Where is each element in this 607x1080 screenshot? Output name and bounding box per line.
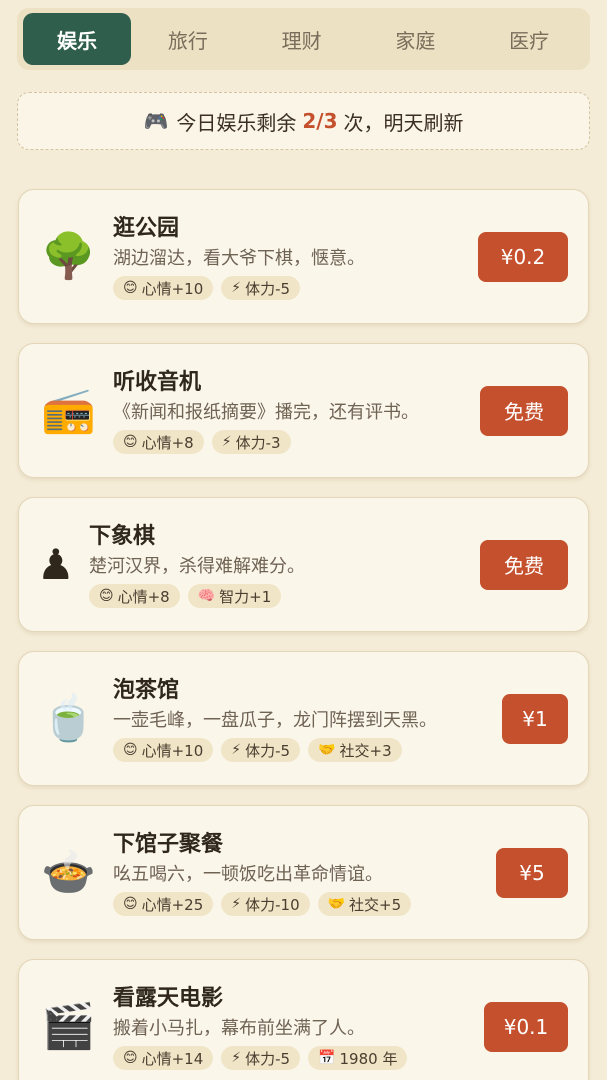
tag-text: 1980 年 <box>339 1049 398 1068</box>
tag-text: 心情+10 <box>141 741 204 760</box>
hot-pot-icon: 🍲 <box>41 846 96 898</box>
stat-tag: ⚡ 体力-5 <box>221 738 301 762</box>
price-button[interactable]: ¥0.2 <box>478 231 568 282</box>
tab-entertainment[interactable]: 娱乐 <box>23 13 131 65</box>
stat-tag: 🤝 社交+3 <box>308 738 402 762</box>
price-button[interactable]: ¥1 <box>502 693 568 744</box>
lightning-icon: ⚡ <box>231 1050 242 1066</box>
tab-family[interactable]: 家庭 <box>359 13 473 65</box>
activity-description: 吆五喝六，一顿饭吃出革命情谊。 <box>113 864 383 885</box>
activity-description: 楚河汉界，杀得难解难分。 <box>89 556 305 577</box>
activity-title: 看露天电影 <box>113 986 224 1011</box>
handshake-icon: 🤝 <box>327 896 346 912</box>
price-button[interactable]: 免费 <box>480 385 568 436</box>
activity-card: 🍵 泡茶馆 一壶毛峰，一盘瓜子，龙门阵摆到天黑。 😊 心情+10 ⚡ 体力-5 🤝 社… <box>18 651 589 786</box>
activity-title: 下馆子聚餐 <box>113 832 224 857</box>
stat-tag: ⚡ 体力-10 <box>221 892 310 916</box>
activity-title: 下象棋 <box>89 524 156 549</box>
stat-tag: 📅 1980 年 <box>308 1046 408 1070</box>
tab-travel[interactable]: 旅行 <box>131 13 245 65</box>
calendar-icon: 📅 <box>318 1050 336 1066</box>
tag-text: 智力+1 <box>219 587 272 606</box>
stat-tag: 😊 心情+8 <box>89 584 180 608</box>
tag-text: 心情+8 <box>141 433 194 452</box>
stat-tag: 😊 心情+8 <box>113 430 204 454</box>
tag-text: 体力-3 <box>235 433 281 452</box>
tag-text: 心情+25 <box>141 895 204 914</box>
tag-text: 社交+5 <box>349 895 402 914</box>
activity-card: 📻 听收音机 《新闻和报纸摘要》播完，还有评书。 😊 心情+8 ⚡ 体力-3 免费 <box>18 343 589 478</box>
stat-tag: 🧠 智力+1 <box>187 584 282 608</box>
activity-title: 逛公园 <box>113 216 180 241</box>
stat-tag: 🤝 社交+5 <box>317 892 412 916</box>
activity-card: 🌳 逛公园 湖边溜达，看大爷下棋，惬意。 😊 心情+10 ⚡ 体力-5 ¥0.2 <box>18 189 589 324</box>
activity-description: 《新闻和报纸摘要》播完，还有评书。 <box>113 402 419 423</box>
tag-text: 心情+10 <box>141 279 204 298</box>
stat-tag: 😊 心情+14 <box>113 1046 214 1070</box>
activity-title: 听收音机 <box>113 370 202 395</box>
smile-icon: 😊 <box>123 434 138 450</box>
daily-limit-notice: 🎮 今日娱乐剩余 2/3 次，明天刷新 <box>17 92 590 150</box>
lightning-icon: ⚡ <box>231 742 242 758</box>
tag-text: 体力-10 <box>245 895 300 914</box>
smile-icon: 😊 <box>99 588 114 604</box>
tree-icon: 🌳 <box>41 230 96 282</box>
activity-description: 一壶毛峰，一盘瓜子，龙门阵摆到天黑。 <box>113 710 437 731</box>
activity-card: 🎬 看露天电影 搬着小马扎，幕布前坐满了人。 😊 心情+14 ⚡ 体力-5 📅 198… <box>18 959 589 1080</box>
tag-text: 心情+14 <box>141 1049 204 1068</box>
category-tabs: 娱乐 旅行 理财 家庭 医疗 <box>17 8 590 70</box>
notice-prefix: 今日娱乐剩余 <box>176 110 297 135</box>
remaining-count: 2/3 <box>302 109 338 133</box>
radio-icon: 📻 <box>41 384 96 436</box>
game-controller-icon: 🎮 <box>143 109 169 133</box>
tea-cup-icon: 🍵 <box>41 692 96 744</box>
activity-title: 泡茶馆 <box>113 678 180 703</box>
clapperboard-icon: 🎬 <box>41 1000 96 1052</box>
smile-icon: 😊 <box>123 280 138 296</box>
tag-text: 心情+8 <box>117 587 170 606</box>
smile-icon: 😊 <box>123 896 138 912</box>
tab-finance[interactable]: 理财 <box>245 13 359 65</box>
activity-card: 🍲 下馆子聚餐 吆五喝六，一顿饭吃出革命情谊。 😊 心情+25 ⚡ 体力-10 🤝 社… <box>18 805 589 940</box>
tag-text: 体力-5 <box>245 1049 291 1068</box>
tag-text: 社交+3 <box>339 741 392 760</box>
tag-text: 体力-5 <box>245 279 291 298</box>
activity-description: 湖边溜达，看大爷下棋，惬意。 <box>113 248 365 269</box>
smile-icon: 😊 <box>123 742 138 758</box>
smile-icon: 😊 <box>123 1050 138 1066</box>
lightning-icon: ⚡ <box>231 896 242 912</box>
activity-description: 搬着小马扎，幕布前坐满了人。 <box>113 1018 365 1039</box>
notice-suffix: 次，明天刷新 <box>343 110 464 135</box>
price-button[interactable]: ¥0.1 <box>484 1001 568 1052</box>
stat-tag: ⚡ 体力-5 <box>221 276 301 300</box>
handshake-icon: 🤝 <box>318 742 336 758</box>
activity-card: ♟ 下象棋 楚河汉界，杀得难解难分。 😊 心情+8 🧠 智力+1 免费 <box>18 497 589 632</box>
lightning-icon: ⚡ <box>221 434 232 450</box>
stat-tag: 😊 心情+25 <box>113 892 214 916</box>
stat-tag: ⚡ 体力-3 <box>211 430 291 454</box>
tag-text: 体力-5 <box>245 741 291 760</box>
tab-medical[interactable]: 医疗 <box>472 13 586 65</box>
stat-tag: 😊 心情+10 <box>113 738 214 762</box>
price-button[interactable]: 免费 <box>480 539 568 590</box>
lightning-icon: ⚡ <box>231 280 242 296</box>
price-button[interactable]: ¥5 <box>496 847 568 898</box>
stat-tag: ⚡ 体力-5 <box>221 1046 301 1070</box>
stat-tag: 😊 心情+10 <box>113 276 214 300</box>
brain-icon: 🧠 <box>197 588 216 604</box>
chess-pawn-icon: ♟ <box>37 539 75 589</box>
